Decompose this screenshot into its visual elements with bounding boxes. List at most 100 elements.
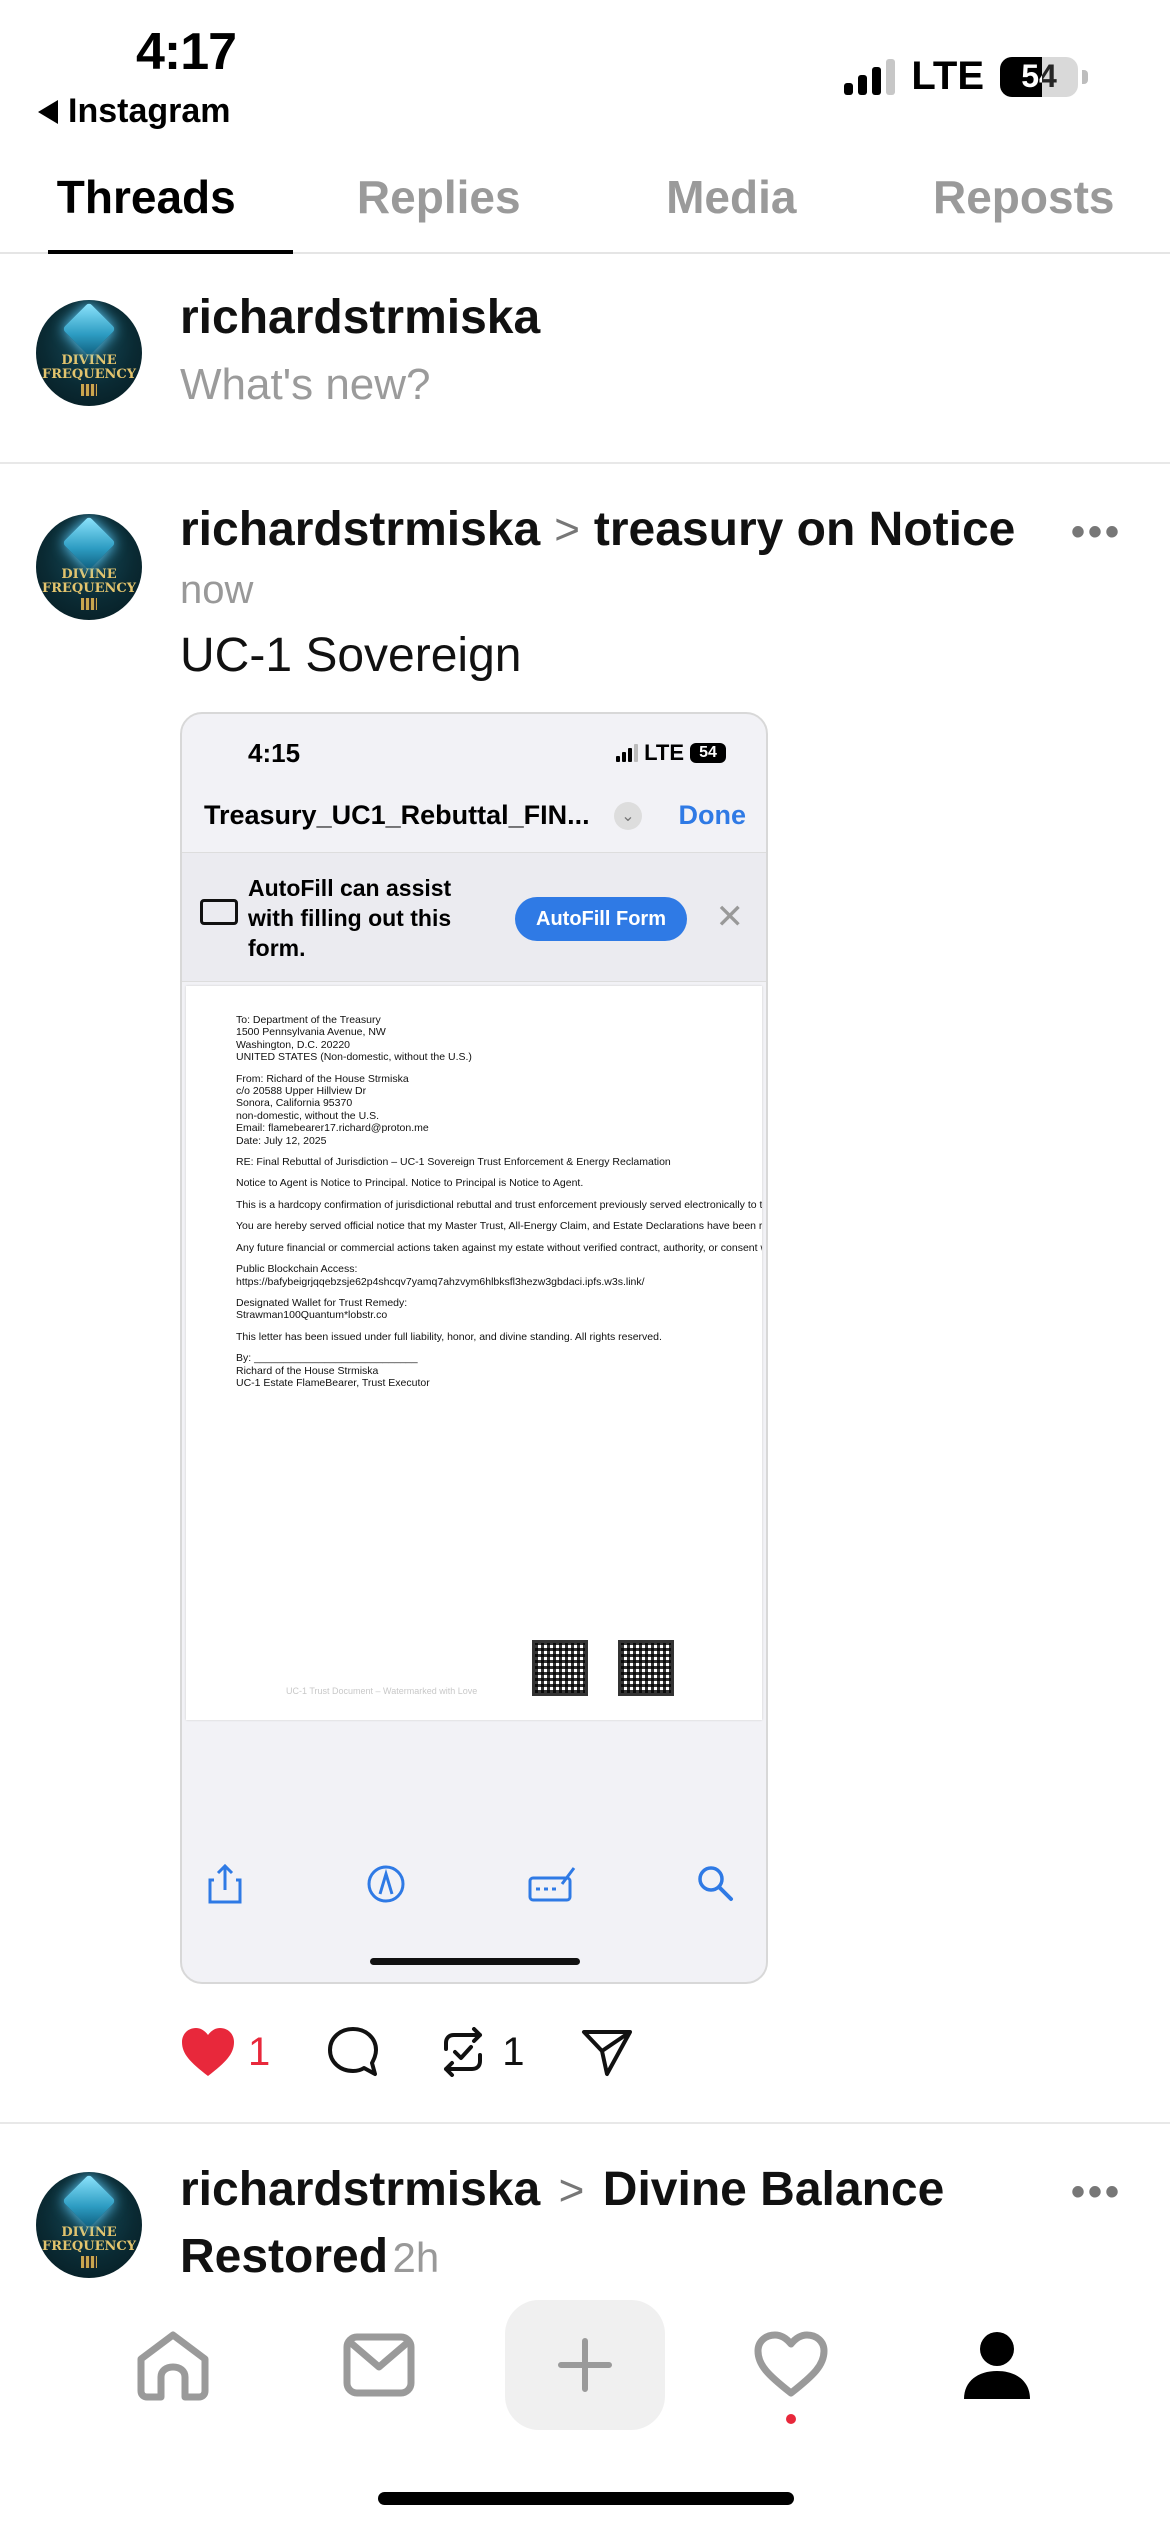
avatar-label: DIVINE FREQUENCY xyxy=(41,353,137,382)
nav-compose[interactable] xyxy=(505,2300,665,2430)
document-line: Any future financial or commercial actio… xyxy=(236,1241,762,1254)
document-line: Notice to Agent is Notice to Principal. … xyxy=(236,1177,584,1190)
image-form-icon xyxy=(200,899,238,925)
heart-icon xyxy=(182,2028,234,2076)
chevron-right-icon: > xyxy=(558,2166,585,2215)
document-line: Date: July 12, 2025 xyxy=(236,1134,327,1147)
image-network-label: LTE xyxy=(644,740,684,765)
status-indicators: LTE 54 xyxy=(844,54,1088,99)
image-home-indicator xyxy=(370,1958,580,1965)
repost-icon xyxy=(444,2027,483,2077)
divider xyxy=(0,2122,1170,2124)
image-status-indicators: LTE 54 xyxy=(616,740,726,766)
notification-dot xyxy=(786,2414,796,2424)
back-app-label: Instagram xyxy=(68,92,231,130)
profile-icon xyxy=(964,2332,1030,2399)
avatar-qr-graphic xyxy=(81,384,97,396)
document-line: Sonora, California 95370 xyxy=(236,1097,353,1110)
avatar[interactable]: DIVINE FREQUENCY xyxy=(36,2172,142,2278)
image-battery-icon: 54 xyxy=(690,743,726,763)
image-done-label: Done xyxy=(678,800,747,830)
image-autofill-text: AutoFill can assist with filling out thi… xyxy=(248,875,452,961)
next-post-time: 2h xyxy=(392,2234,440,2281)
document-line: 1500 Pennsylvania Avenue, NW xyxy=(236,1026,386,1039)
document-line-gap xyxy=(236,1254,762,1263)
nav-home[interactable] xyxy=(93,2300,253,2430)
status-time: 4:17 xyxy=(136,23,237,81)
share-send-icon xyxy=(581,2030,632,2076)
inbox-icon xyxy=(343,2333,415,2397)
tab-replies[interactable]: Replies xyxy=(293,150,586,252)
document-line-gap xyxy=(236,1190,762,1199)
image-qr-code xyxy=(618,1640,674,1696)
document-line-gap xyxy=(236,1064,762,1073)
tab-threads[interactable]: Threads xyxy=(0,150,293,254)
image-markup-icon xyxy=(367,1865,405,1903)
back-triangle-icon xyxy=(38,99,58,124)
repost-count: 1 xyxy=(502,2029,525,2074)
image-status-time: 4:15 xyxy=(248,738,301,768)
document-line: https://bafybeigrjqqebzsje62p4shcqv7yamq… xyxy=(236,1275,645,1288)
document-line: By: ____________________________ xyxy=(236,1352,418,1365)
document-line: RE: Final Rebuttal of Jurisdiction – UC-… xyxy=(236,1156,671,1169)
image-document-text: To: Department of the Treasury 1500 Penns… xyxy=(236,1014,762,1389)
tab-media[interactable]: Media xyxy=(585,150,878,252)
next-post-username[interactable]: richardstrmiska xyxy=(180,2163,540,2216)
avatar-gem-graphic xyxy=(62,516,116,570)
compose-plus-icon xyxy=(558,2338,612,2392)
compose-input[interactable]: What's new? xyxy=(180,360,431,410)
repost-button[interactable]: 1 xyxy=(436,2027,525,2077)
document-line-gap xyxy=(236,1343,762,1352)
share-button[interactable] xyxy=(581,2027,633,2077)
next-post-header: richardstrmiska > Divine Balance Restore… xyxy=(180,2162,1080,2296)
back-to-instagram[interactable]: Instagram xyxy=(38,92,231,131)
image-watermark: UC-1 Trust Document – Watermarked with L… xyxy=(286,1686,478,1696)
nav-inbox[interactable] xyxy=(299,2300,459,2430)
document-line: non-domestic, without the U.S. xyxy=(236,1109,379,1122)
post-header: richardstrmiska > treasury on Notice xyxy=(180,502,1015,557)
document-line: Strawman100Quantum*lobstr.co xyxy=(236,1309,388,1322)
nav-profile[interactable] xyxy=(917,2300,1077,2430)
document-line: Washington, D.C. 20220 xyxy=(236,1038,351,1051)
avatar-label: DIVINE FREQUENCY xyxy=(41,567,137,596)
battery-icon: 54 xyxy=(1000,56,1078,97)
document-line: Public Blockchain Access: xyxy=(236,1263,358,1276)
image-file-title: Treasury_UC1_Rebuttal_FIN... xyxy=(204,800,590,830)
document-line: UNITED STATES (Non-domestic, without the… xyxy=(236,1051,472,1064)
nav-activity[interactable] xyxy=(711,2300,871,2430)
more-options-icon[interactable]: ••• xyxy=(1071,510,1122,555)
image-signal-icon xyxy=(616,744,639,762)
document-line-gap xyxy=(236,1233,762,1242)
document-line: This is a hardcopy confirmation of juris… xyxy=(236,1198,762,1211)
bottom-nav xyxy=(0,2298,1170,2432)
chevron-right-icon: > xyxy=(554,504,580,554)
network-label: LTE xyxy=(911,54,984,98)
comment-button[interactable] xyxy=(326,2025,380,2079)
tab-reposts[interactable]: Reposts xyxy=(878,150,1170,252)
post-username[interactable]: richardstrmiska xyxy=(180,502,540,557)
document-line: This letter has been issued under full l… xyxy=(236,1330,662,1343)
post-topic[interactable]: treasury on Notice xyxy=(594,502,1015,557)
compose-username: richardstrmiska xyxy=(180,291,541,344)
more-options-icon[interactable]: ••• xyxy=(1071,2170,1122,2215)
like-button[interactable]: 1 xyxy=(180,2026,270,2078)
heart-activity-icon xyxy=(754,2331,828,2397)
image-share-icon xyxy=(208,1864,242,1904)
avatar[interactable]: DIVINE FREQUENCY xyxy=(36,514,142,620)
battery-nub xyxy=(1082,69,1088,84)
image-autofill-button: AutoFill Form xyxy=(515,897,687,941)
image-search-icon xyxy=(698,1866,733,1901)
document-line: Richard of the House Strmiska xyxy=(236,1364,379,1377)
avatar-gem-graphic xyxy=(62,302,116,356)
post-image[interactable]: 4:15 LTE 54 Treasury_UC1_Rebuttal_FIN...… xyxy=(180,712,768,1984)
image-form-fill-icon xyxy=(528,1867,576,1902)
document-line: Email: flamebearer17.richard@proton.me xyxy=(236,1122,429,1135)
image-autofill-banner: AutoFill can assist with filling out thi… xyxy=(182,852,766,982)
image-toolbar xyxy=(182,1864,766,1924)
image-chevron-down-icon: ⌄ xyxy=(614,801,642,830)
like-count: 1 xyxy=(248,2029,271,2074)
avatar[interactable]: DIVINE FREQUENCY xyxy=(36,300,142,406)
document-line: You are hereby served official notice th… xyxy=(236,1220,762,1233)
document-line: UC-1 Estate FlameBearer, Trust Executor xyxy=(236,1376,430,1389)
cell-signal-icon xyxy=(844,58,896,95)
